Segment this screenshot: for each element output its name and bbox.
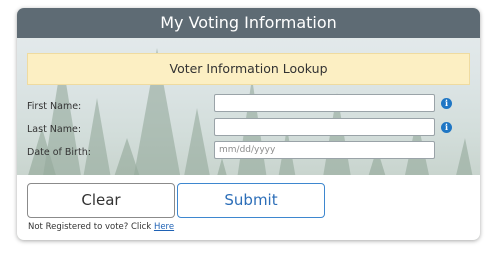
not-registered-note: Not Registered to vote? Click Here: [28, 222, 174, 232]
not-registered-text: Not Registered to vote? Click: [28, 222, 154, 232]
first-name-field[interactable]: [214, 94, 435, 112]
register-here-link[interactable]: Here: [154, 222, 174, 232]
dob-label: Date of Birth:: [27, 147, 91, 158]
last-name-label: Last Name:: [27, 124, 82, 135]
first-name-info-icon[interactable]: i: [441, 98, 452, 109]
clear-button[interactable]: Clear: [27, 183, 175, 218]
last-name-field[interactable]: [214, 118, 435, 136]
first-name-label: First Name:: [27, 101, 82, 112]
action-panel: Clear Submit Not Registered to vote? Cli…: [17, 175, 480, 240]
lookup-banner: Voter Information Lookup: [27, 53, 470, 85]
page-title: My Voting Information: [17, 8, 480, 38]
dob-field[interactable]: [214, 141, 435, 159]
voting-info-card: My Voting Information Voter Information …: [17, 8, 480, 240]
submit-button[interactable]: Submit: [177, 183, 325, 218]
last-name-info-icon[interactable]: i: [441, 122, 452, 133]
